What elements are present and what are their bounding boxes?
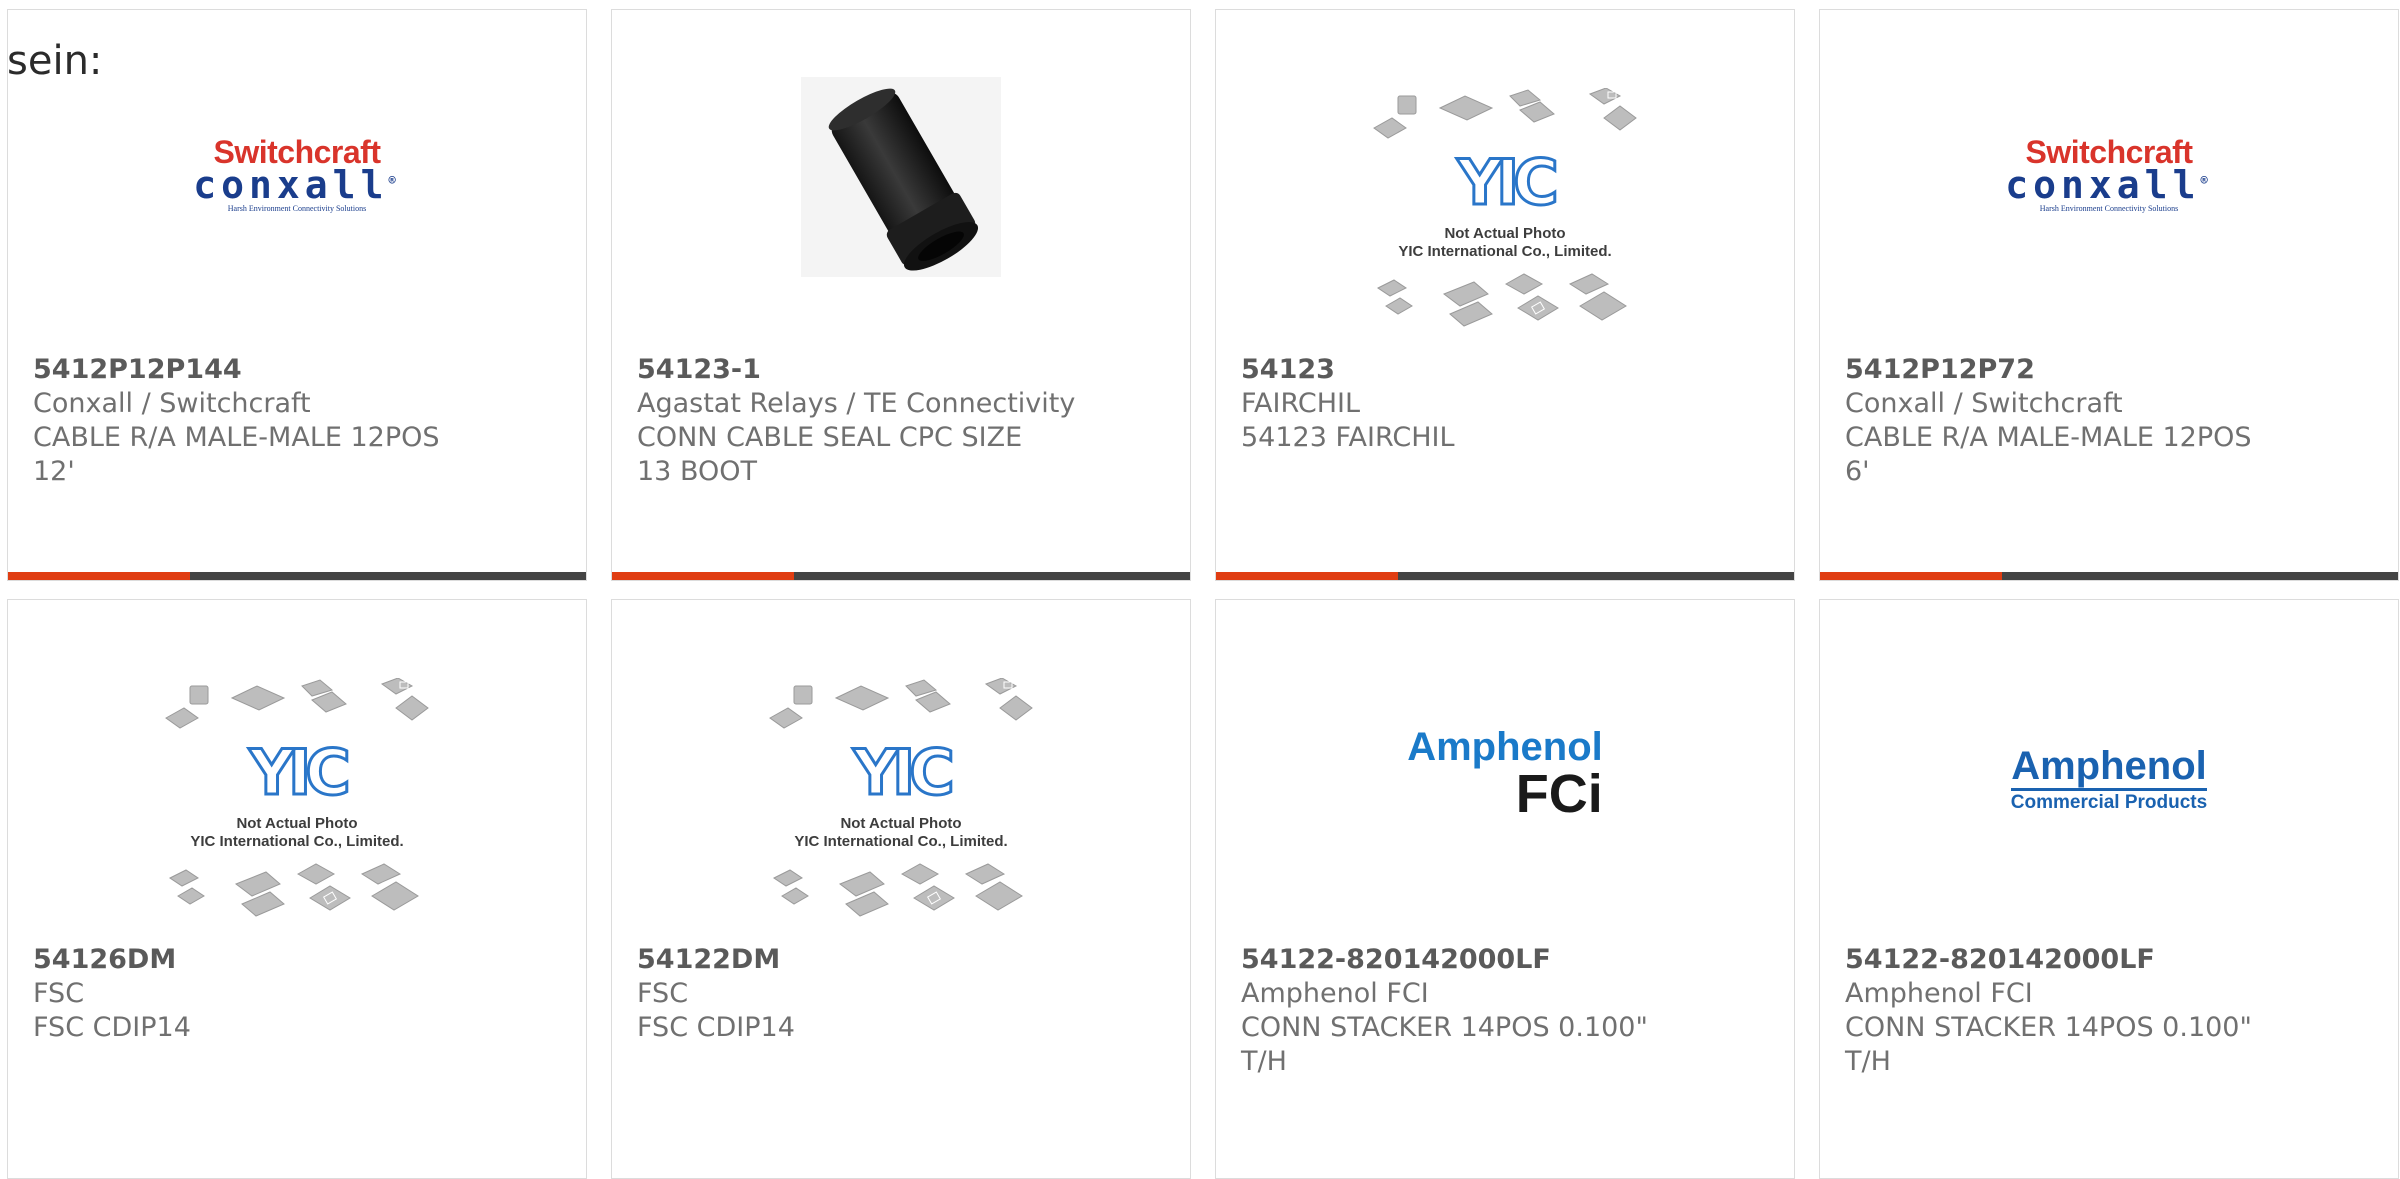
- card-accent: [8, 572, 190, 580]
- manufacturer: FSC: [637, 978, 689, 1009]
- placeholder-line2: YIC International Co., Limited.: [190, 832, 404, 850]
- product-image[interactable]: YIC Not Actual Photo YIC International C…: [1216, 60, 1794, 360]
- yic-not-actual-photo-placeholder: YIC Not Actual Photo YIC International C…: [162, 677, 432, 923]
- description: CABLE R/A MALE-MALE 12POS 12': [33, 422, 440, 487]
- manufacturer: Agastat Relays / TE Connectivity: [637, 388, 1076, 419]
- commercial-products-wordmark: Commercial Products: [2010, 791, 2208, 813]
- part-number[interactable]: 5412P12P144: [33, 353, 566, 387]
- product-image[interactable]: Switchcraft conxall® Harsh Environment C…: [8, 60, 586, 360]
- card-bottom-bar: [8, 572, 586, 580]
- description: FSC CDIP14: [637, 1012, 795, 1043]
- card-accent: [612, 572, 794, 580]
- placeholder-line1: Not Actual Photo: [840, 814, 962, 832]
- conxall-wordmark: conxall: [2005, 162, 2201, 207]
- product-card[interactable]: YIC Not Actual Photo YIC International C…: [1215, 9, 1795, 581]
- placeholder-line2: YIC International Co., Limited.: [794, 832, 1008, 850]
- part-number[interactable]: 54122-820142000LF: [1845, 943, 2378, 977]
- fci-wordmark: FCi: [1515, 764, 1603, 824]
- product-image[interactable]: Amphenol Commercial Products: [1820, 650, 2398, 950]
- part-number[interactable]: 54122DM: [637, 943, 1170, 977]
- manufacturer: Amphenol FCI: [1845, 978, 2033, 1009]
- part-number[interactable]: 54123: [1241, 353, 1774, 387]
- part-number[interactable]: 54122-820142000LF: [1241, 943, 1774, 977]
- product-image[interactable]: YIC Not Actual Photo YIC International C…: [612, 650, 1190, 950]
- product-image[interactable]: Amphenol FCi: [1216, 650, 1794, 950]
- switchcraft-conxall-logo: Switchcraft conxall® Harsh Environment C…: [2005, 133, 2213, 213]
- placeholder-line2: YIC International Co., Limited.: [1398, 242, 1612, 260]
- product-card[interactable]: Amphenol Commercial Products 54122-82014…: [1819, 599, 2399, 1179]
- yic-logo: YIC: [248, 735, 352, 809]
- cable-boot-photo: [801, 77, 1001, 277]
- card-bottom-bar: [1216, 572, 1794, 580]
- description: CABLE R/A MALE-MALE 12POS 6': [1845, 422, 2252, 487]
- product-card[interactable]: Switchcraft conxall® Harsh Environment C…: [1819, 9, 2399, 581]
- product-card[interactable]: Switchcraft conxall® Harsh Environment C…: [7, 9, 587, 581]
- yic-logo: YIC: [852, 735, 956, 809]
- yic-not-actual-photo-placeholder: YIC Not Actual Photo YIC International C…: [1370, 87, 1640, 333]
- placeholder-line1: Not Actual Photo: [1444, 224, 1566, 242]
- amphenol-wordmark: Amphenol: [2011, 746, 2207, 791]
- product-card[interactable]: YIC Not Actual Photo YIC International C…: [611, 599, 1191, 1179]
- product-card[interactable]: 54123-1 Agastat Relays / TE Connectivity…: [611, 9, 1191, 581]
- yic-logo: YIC: [1456, 145, 1560, 219]
- card-accent: [1820, 572, 2002, 580]
- manufacturer: FSC: [33, 978, 85, 1009]
- manufacturer: Conxall / Switchcraft: [33, 388, 311, 419]
- part-number[interactable]: 54123-1: [637, 353, 1170, 387]
- description: 54123 FAIRCHIL: [1241, 422, 1455, 453]
- product-image[interactable]: Switchcraft conxall® Harsh Environment C…: [1820, 60, 2398, 360]
- product-image[interactable]: [612, 60, 1190, 360]
- conxall-wordmark: conxall: [193, 162, 389, 207]
- card-bottom-bar: [1820, 572, 2398, 580]
- card-accent: [1216, 572, 1398, 580]
- yic-not-actual-photo-placeholder: YIC Not Actual Photo YIC International C…: [766, 677, 1036, 923]
- manufacturer: Conxall / Switchcraft: [1845, 388, 2123, 419]
- manufacturer: Amphenol FCI: [1241, 978, 1429, 1009]
- description: FSC CDIP14: [33, 1012, 191, 1043]
- product-card[interactable]: YIC Not Actual Photo YIC International C…: [7, 599, 587, 1179]
- part-number[interactable]: 54126DM: [33, 943, 566, 977]
- manufacturer: FAIRCHIL: [1241, 388, 1361, 419]
- product-image[interactable]: YIC Not Actual Photo YIC International C…: [8, 650, 586, 950]
- description: CONN STACKER 14POS 0.100" T/H: [1241, 1012, 1648, 1077]
- part-number[interactable]: 5412P12P72: [1845, 353, 2378, 387]
- product-card[interactable]: Amphenol FCi 54122-820142000LF Amphenol …: [1215, 599, 1795, 1179]
- description: CONN STACKER 14POS 0.100" T/H: [1845, 1012, 2252, 1077]
- intro-text: sein:: [7, 38, 103, 84]
- amphenol-wordmark: Amphenol: [1407, 725, 1603, 769]
- description: CONN CABLE SEAL CPC SIZE 13 BOOT: [637, 422, 1023, 487]
- switchcraft-conxall-logo: Switchcraft conxall® Harsh Environment C…: [193, 133, 401, 213]
- placeholder-line1: Not Actual Photo: [236, 814, 358, 832]
- card-bottom-bar: [612, 572, 1190, 580]
- amphenol-commercial-logo: Amphenol Commercial Products: [2011, 746, 2207, 815]
- amphenol-fci-logo: Amphenol FCi: [1407, 725, 1603, 824]
